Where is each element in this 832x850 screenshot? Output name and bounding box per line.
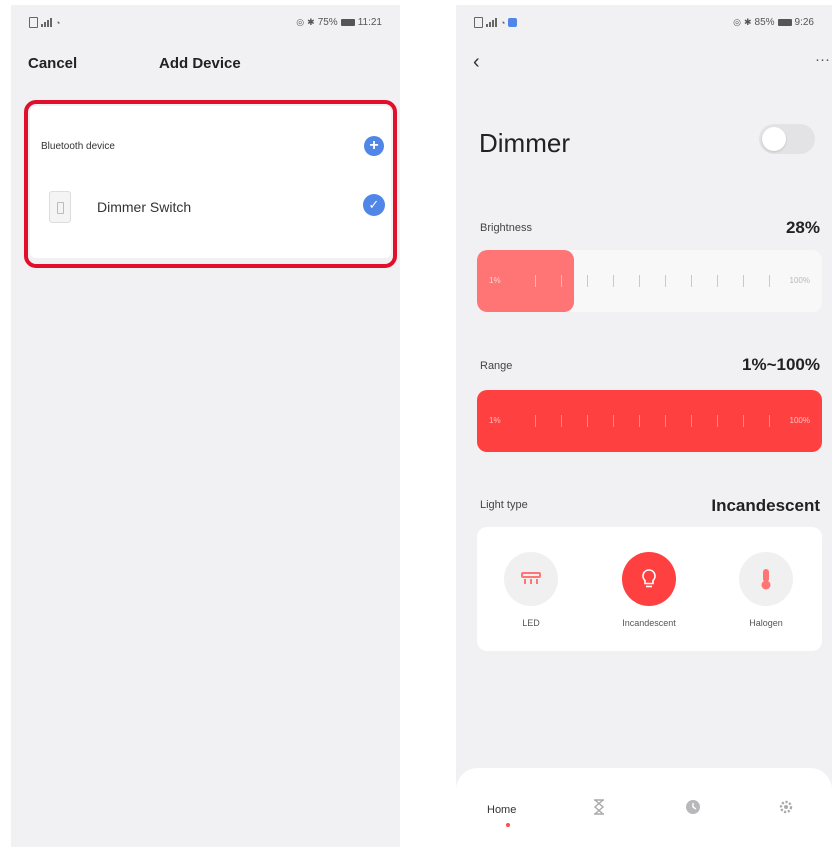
plus-icon: + — [369, 137, 379, 154]
battery-percent: 85% — [754, 17, 775, 28]
battery-percent: 75% — [317, 17, 338, 28]
alarm-icon: ◎ — [296, 17, 305, 27]
range-max-label: 100% — [789, 416, 810, 425]
dimmer-switch-icon — [49, 191, 71, 223]
status-bar: ◔ ◎ ✱ 85% 9:26 — [474, 17, 814, 31]
settings-icon[interactable] — [778, 799, 794, 820]
device-name: Dimmer Switch — [97, 199, 192, 215]
hourglass-icon[interactable] — [592, 799, 606, 820]
signal-icon — [41, 18, 52, 27]
light-type-label: Light type — [480, 499, 528, 511]
slider-tick — [743, 275, 744, 287]
slider-tick — [665, 275, 666, 287]
bluetooth-device-card: Bluetooth device + Dimmer Switch ✓ — [30, 106, 391, 258]
bottom-nav: Home — [456, 768, 832, 847]
status-time: 11:21 — [357, 17, 382, 28]
clock-icon[interactable] — [685, 799, 701, 820]
slider-tick — [769, 415, 770, 427]
range-slider[interactable]: 1% 100% — [477, 390, 822, 452]
device-checkbox[interactable]: ✓ — [363, 194, 385, 216]
slider-tick — [535, 415, 536, 427]
wifi-icon: ◔ — [55, 17, 61, 28]
slider-tick — [691, 275, 692, 287]
dimmer-screen: ◔ ◎ ✱ 85% 9:26 ‹ ··· Dimmer Brightness 2… — [456, 5, 832, 847]
range-label: Range — [480, 360, 513, 372]
signal-icon — [486, 18, 497, 27]
slider-tick — [639, 415, 640, 427]
bluetooth-icon: ✱ — [307, 17, 315, 27]
brightness-value: 28% — [785, 218, 820, 237]
device-title: Dimmer — [479, 128, 570, 158]
add-bluetooth-button[interactable]: + — [364, 136, 384, 156]
bulb-icon — [622, 552, 676, 606]
brightness-max-label: 100% — [789, 276, 810, 285]
slider-tick — [717, 275, 718, 287]
slider-tick — [717, 415, 718, 427]
light-option-label: LED — [522, 618, 540, 628]
light-type-value: Incandescent — [711, 496, 820, 515]
sim-icon — [29, 17, 38, 28]
battery-icon — [340, 19, 355, 26]
notification-icon — [508, 18, 518, 27]
slider-tick — [639, 275, 640, 287]
check-icon: ✓ — [368, 197, 380, 212]
battery-icon — [777, 19, 792, 26]
bluetooth-icon: ✱ — [743, 17, 752, 27]
range-ticks — [477, 390, 822, 452]
status-time: 9:26 — [794, 17, 814, 28]
led-strip-icon — [504, 552, 558, 606]
brightness-slider[interactable]: 1% 100% — [477, 250, 822, 312]
light-option-label: Incandescent — [622, 618, 676, 628]
light-option-led[interactable]: LED — [486, 552, 576, 628]
slider-tick — [561, 275, 562, 287]
add-device-screen: ◔ ◎ ✱ 75% 11:21 Cancel Add Device Blueto… — [11, 5, 400, 847]
cancel-button[interactable]: Cancel — [28, 55, 77, 72]
slider-tick — [613, 275, 614, 287]
header: Cancel Add Device — [11, 51, 400, 75]
slider-tick — [535, 275, 536, 287]
more-options-icon[interactable]: ··· — [815, 51, 830, 68]
range-min-label: 1% — [489, 416, 501, 425]
toggle-knob — [762, 127, 786, 151]
wifi-icon: ◔ — [500, 17, 506, 28]
range-value: 1%~100% — [742, 355, 820, 374]
slider-tick — [743, 415, 744, 427]
status-bar: ◔ ◎ ✱ 75% 11:21 — [29, 17, 382, 31]
nav-active-dot — [506, 823, 510, 827]
light-option-halogen[interactable]: Halogen — [721, 552, 811, 628]
slider-tick — [587, 415, 588, 427]
slider-tick — [769, 275, 770, 287]
slider-tick — [691, 415, 692, 427]
slider-tick — [665, 415, 666, 427]
slider-tick — [587, 275, 588, 287]
brightness-min-label: 1% — [489, 276, 501, 285]
slider-tick — [613, 415, 614, 427]
light-option-incandescent[interactable]: Incandescent — [604, 552, 694, 628]
page-title: Add Device — [159, 55, 241, 72]
alarm-icon: ◎ — [733, 17, 741, 27]
thermometer-icon — [739, 552, 793, 606]
power-toggle[interactable] — [759, 124, 815, 154]
sim-icon — [474, 17, 483, 28]
light-type-card: LED Incandescent Halogen — [477, 527, 822, 651]
section-label: Bluetooth device — [41, 141, 115, 152]
back-chevron-icon[interactable]: ‹ — [473, 51, 480, 74]
slider-tick — [561, 415, 562, 427]
brightness-label: Brightness — [480, 222, 532, 234]
brightness-ticks — [477, 250, 822, 312]
light-option-label: Halogen — [749, 618, 783, 628]
nav-home[interactable]: Home — [487, 804, 516, 816]
